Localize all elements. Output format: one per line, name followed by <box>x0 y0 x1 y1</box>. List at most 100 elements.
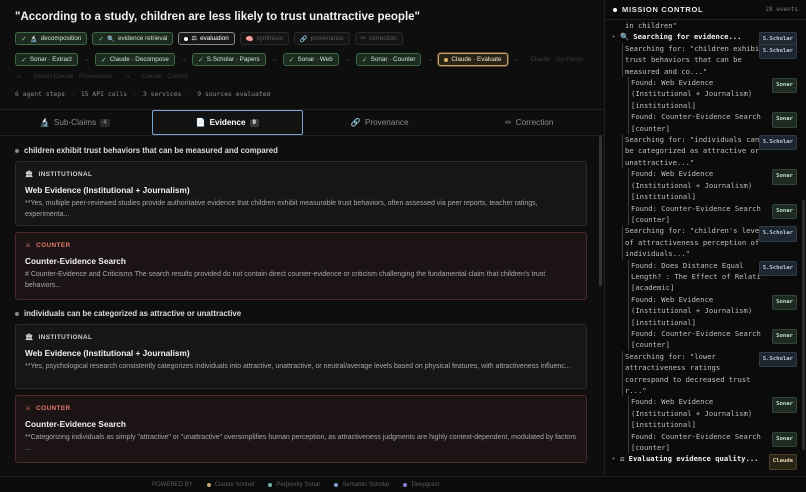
tree-line <box>628 77 629 112</box>
main-scrollbar[interactable] <box>599 136 602 286</box>
tab-bar: 🔬 Sub-Claims 4 📄 Evidence 9 🔗 Provenance ✏ Correc… <box>0 109 604 136</box>
evidence-kind: 🏛 INSTITUTIONAL <box>25 333 577 342</box>
tab-sub-claims[interactable]: 🔬 Sub-Claims 4 <box>0 110 150 135</box>
log-entry: Found: Web Evidence (Institutional + Jou… <box>605 293 803 328</box>
service-name: Claude Sonnet <box>214 481 255 488</box>
service-pill: Claude Sonnet <box>206 481 255 488</box>
phase-chip-label: evidence retrieval <box>118 35 168 42</box>
log-entry: Found: Does Distance Equal Length? : The… <box>605 259 803 294</box>
phase-chip-correction[interactable]: ✏ correction <box>354 32 403 45</box>
source-tag: S.Scholar <box>758 260 797 276</box>
check-icon: ✓ <box>21 35 27 43</box>
counter-evidence-card[interactable]: ⚔ COUNTER Counter-Evidence Search # Counter… <box>15 232 587 300</box>
log-entry: Found: Web Evidence (Institutional + Jou… <box>605 77 803 112</box>
pipeline-step[interactable]: Claude · Synthesis <box>525 53 590 66</box>
evidence-kind: ⚔ COUNTER <box>25 241 577 250</box>
expand-caret-icon[interactable]: ▸ <box>612 31 616 42</box>
pipeline-step[interactable]: ✓ Claude · Decompose <box>94 53 175 66</box>
check-icon: ✓ <box>197 56 204 64</box>
arrow-icon: → <box>343 56 351 63</box>
tab-label: Evidence <box>209 118 246 127</box>
subclaim-heading: individuals can be categorized as attrac… <box>15 309 587 318</box>
log-entry: Found: Counter-Evidence Search [counter]… <box>605 430 803 454</box>
phase-chip-evidence-retrieval[interactable]: ✓ 🔍 evidence retrieval <box>92 32 174 45</box>
source-tag: Sonar <box>772 112 797 128</box>
institution-icon: 🏛 <box>25 171 34 178</box>
evidence-kind-label: INSTITUTIONAL <box>38 333 93 341</box>
pipeline-step-label: Sonar · Extract <box>29 56 72 63</box>
arrow-icon: → <box>179 56 187 63</box>
tree-line <box>628 111 629 135</box>
tree-line <box>628 168 629 203</box>
arrow-icon: → <box>82 56 90 63</box>
evidence-kind: ⚔ COUNTER <box>25 404 577 413</box>
phase-chip-synthesis[interactable]: 🧠 synthesis <box>239 32 289 45</box>
tab-correction[interactable]: ✏ Correction <box>455 110 605 135</box>
log-entry: ▸ ⚖ Evaluating evidence quality... Claude <box>605 453 803 470</box>
phase-chip-provenance[interactable]: 🔗 provenance <box>293 32 350 45</box>
phase-icon: 🔬 <box>29 35 38 43</box>
log-scrollbar[interactable] <box>802 200 805 450</box>
check-icon: ✓ <box>21 56 27 64</box>
evidence-title: Counter-Evidence Search <box>25 419 126 429</box>
tree-line <box>622 225 623 260</box>
bullet-icon <box>15 148 19 153</box>
arrow-icon: → <box>426 56 434 63</box>
log-text: in children" <box>625 21 677 30</box>
tab-count-badge: 9 <box>249 118 259 127</box>
arrow-icon: → <box>270 56 278 63</box>
stat-item: 9 sources evaluated <box>197 90 271 98</box>
tab-icon: 🔗 <box>350 118 361 127</box>
log-entry: Found: Counter-Evidence Search [counter]… <box>605 111 803 135</box>
pipeline-step[interactable]: Claude · Correct <box>136 70 194 83</box>
phase-chip-label: synthesis <box>256 35 283 42</box>
counter-evidence-card[interactable]: ⚔ COUNTER Counter-Evidence Search **Categor… <box>15 395 587 463</box>
evidence-snippet: **Categorizing individuals as simply "at… <box>25 434 577 452</box>
service-dot-icon <box>334 482 339 487</box>
pipeline-step[interactable]: ✓ Sonar · Extract <box>15 53 78 66</box>
pipeline-step[interactable]: Claude · Evaluate <box>438 53 508 66</box>
pipeline-step-label: Claude · Decompose <box>109 56 169 63</box>
service-pill: Semantic Scholar <box>334 482 389 488</box>
mission-control-label: MISSION CONTROL <box>622 5 704 14</box>
pipeline-step[interactable]: Sonar+Claude · Provenance <box>27 70 119 83</box>
source-tag: Sonar <box>772 328 797 345</box>
source-tag: S.Scholar <box>758 351 797 368</box>
service-pill: Perplexity Sonar <box>268 482 320 488</box>
tree-line <box>628 430 629 454</box>
phase-chip-evaluation[interactable]: ⚖ evaluation <box>178 32 235 45</box>
expand-caret-icon[interactable]: ▸ <box>612 453 616 464</box>
bullet-icon <box>15 311 19 316</box>
separator: · <box>133 90 137 98</box>
evidence-title: Web Evidence (Institutional + Journalism… <box>25 348 190 358</box>
institutional-evidence-card[interactable]: 🏛 INSTITUTIONAL Web Evidence (Institutiona… <box>15 324 587 389</box>
stat-item: 15 API calls <box>80 90 128 98</box>
pipeline-step[interactable]: ✓ Sonar · Web <box>282 53 339 66</box>
source-tag: S.Scholar <box>758 43 797 60</box>
service-pill: Deepgram <box>403 482 439 488</box>
phase-chip-decomposition[interactable]: ✓ 🔬 decomposition <box>15 32 88 45</box>
swords-icon: ⚔ <box>25 242 32 249</box>
source-tag: S.Scholar <box>758 135 797 151</box>
mission-control-panel: MISSION CONTROL 28 events in children" ▸ 🔍… <box>604 0 806 476</box>
source-tag: Sonar <box>772 203 797 219</box>
mission-control-title: MISSION CONTROL <box>613 5 703 14</box>
tree-line <box>628 259 629 294</box>
active-dot-icon <box>184 36 189 41</box>
tab-evidence[interactable]: 📄 Evidence 9 <box>151 110 303 135</box>
log-entry: Found: Counter-Evidence Search [counter]… <box>605 327 803 351</box>
event-log: in children" ▸ 🔍 Searching for evidence...… <box>605 20 803 470</box>
institutional-evidence-card[interactable]: 🏛 INSTITUTIONAL Web Evidence (Institutiona… <box>15 161 587 226</box>
tab-provenance[interactable]: 🔗 Provenance <box>305 110 455 135</box>
tree-line <box>622 134 623 169</box>
arrow-icon: → <box>123 73 131 80</box>
source-tag: Sonar <box>772 169 797 185</box>
phase-chip-label: correction <box>368 35 397 42</box>
event-count: 28 events <box>765 6 798 13</box>
pipeline-step[interactable]: ✓ S.Scholar · Papers <box>191 53 266 66</box>
pipeline-step-label: S.Scholar · Papers <box>206 56 260 63</box>
tab-icon: 📄 <box>195 118 206 127</box>
status-dot-icon <box>613 7 617 12</box>
main-pane: "According to a study, children are less… <box>0 0 604 474</box>
pipeline-step[interactable]: ✓ Sonar · Counter <box>355 53 422 66</box>
